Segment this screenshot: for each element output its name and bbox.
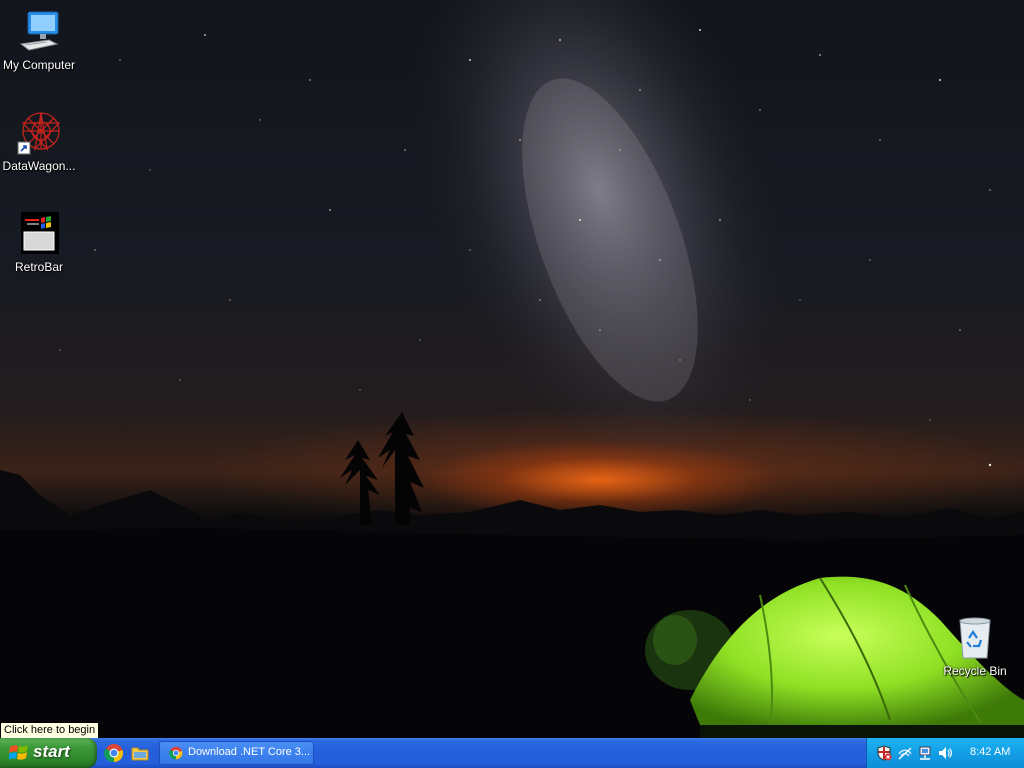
retrobar-icon (21, 212, 59, 254)
start-button[interactable]: start (0, 738, 97, 768)
system-tray: 8:42 AM (866, 738, 1024, 768)
desktop-icon-recycle-bin[interactable]: Recycle Bin (937, 614, 1013, 678)
network-disconnected-icon[interactable] (897, 745, 913, 761)
taskbar-button-chrome-window[interactable]: Download .NET Core 3... (159, 741, 314, 765)
desktop-icon-datawagon[interactable]: DataWagon... (1, 109, 77, 173)
security-shield-icon[interactable] (876, 745, 892, 761)
desktop-icon-retrobar[interactable]: RetroBar (1, 210, 77, 274)
computer-icon (19, 11, 59, 51)
quick-launch (104, 743, 150, 763)
datawagon-label: DataWagon... (2, 159, 76, 173)
start-tooltip: Click here to begin (0, 722, 100, 739)
recycle-bin-label: Recycle Bin (943, 664, 1007, 678)
clock[interactable]: 8:42 AM (970, 746, 1010, 758)
chrome-icon (169, 746, 183, 760)
stars-decoration (41, 21, 992, 467)
desktop-wallpaper (0, 0, 1024, 738)
network-icon[interactable] (917, 745, 933, 761)
chrome-icon[interactable] (104, 743, 124, 763)
volume-icon[interactable] (937, 745, 953, 761)
start-label: start (33, 742, 70, 761)
desktop-icon-my-computer[interactable]: My Computer (1, 8, 77, 72)
retrobar-label: RetroBar (14, 260, 64, 274)
recycle-bin-icon (959, 617, 991, 659)
datawagon-icon (17, 112, 61, 155)
taskbar: start Download .NET Core 3... 8:42 AM (0, 738, 1024, 768)
file-explorer-icon[interactable] (130, 743, 150, 763)
windows-logo-icon (9, 745, 28, 760)
taskbar-button-label: Download .NET Core 3... (188, 746, 311, 758)
my-computer-label: My Computer (2, 58, 76, 72)
